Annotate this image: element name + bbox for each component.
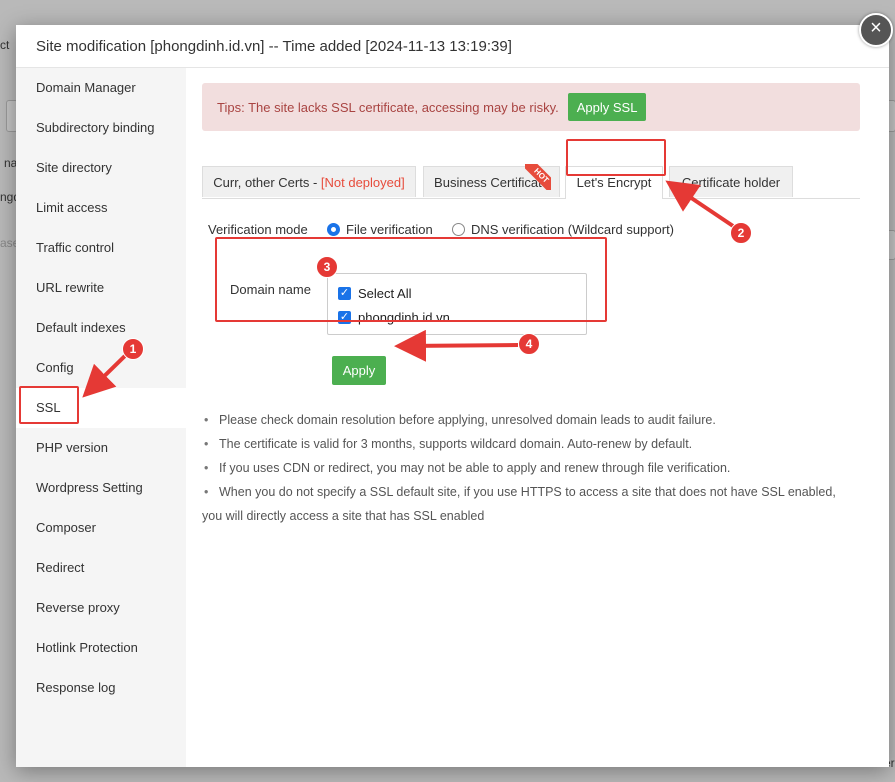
annotation-arrow-4 [394, 329, 519, 362]
annotation-arrow-2 [665, 180, 738, 230]
annotation-number-2: 2 [730, 222, 752, 244]
annotation-number-3: 3 [316, 256, 338, 278]
annotation-number-4: 4 [518, 333, 540, 355]
annotation-number-1: 1 [122, 338, 144, 360]
annotation-arrows [82, 180, 738, 398]
